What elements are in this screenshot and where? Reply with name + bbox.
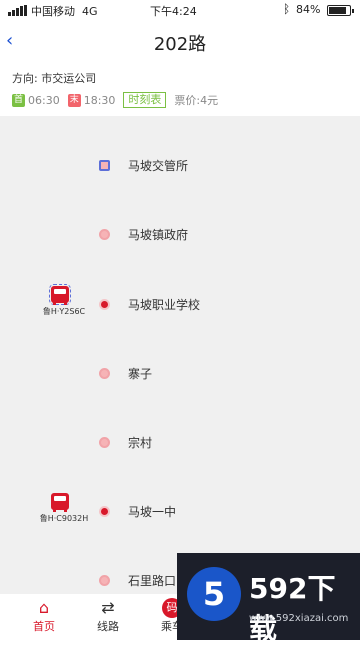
route-info: 方向: 市交运公司 首 06:30 末 18:30 时刻表 票价:4元 — [12, 70, 352, 109]
stop-name: 石里路口 — [128, 574, 177, 588]
stop-marker — [99, 299, 110, 310]
last-bus-time: 18:30 — [83, 93, 116, 107]
battery-icon — [327, 5, 354, 16]
schedule-row: 首 06:30 末 18:30 时刻表 票价:4元 — [12, 91, 352, 109]
stop-item[interactable]: 寨子 — [0, 362, 360, 386]
stop-marker — [99, 575, 110, 586]
stop-marker — [99, 368, 110, 379]
stop-name: 寨子 — [128, 367, 153, 381]
watermark-url: www.592xiazai.com — [249, 613, 349, 624]
first-bus-time: 06:30 — [28, 93, 60, 107]
first-bus-badge: 首 — [12, 93, 25, 107]
stop-item[interactable]: 宗村 — [0, 431, 360, 455]
tab-home[interactable]: ⌂ 首页 — [14, 598, 74, 634]
watermark-logo: 5 592下载 www.592xiazai.com — [177, 553, 360, 645]
direction-value: 市交运公司 — [41, 72, 97, 85]
battery-percent: 84% — [296, 3, 321, 16]
last-bus-badge: 末 — [67, 93, 81, 107]
stop-name: 宗村 — [128, 436, 153, 450]
stop-name: 马坡职业学校 — [128, 298, 201, 312]
stop-marker — [99, 229, 110, 240]
timetable-button[interactable]: 时刻表 — [123, 92, 167, 108]
tab-lines-label: 线路 — [97, 620, 119, 633]
direction-label: 方向: — [12, 72, 38, 85]
watermark-brand: 592下载 — [249, 572, 336, 645]
status-bar: 中国移动 4G 下午4:24 ᛒ 84% — [0, 0, 360, 22]
stop-item[interactable]: 马坡一中 — [0, 500, 360, 524]
stop-marker — [99, 437, 110, 448]
fare-label: 票价:4元 — [174, 94, 219, 107]
signal-icon — [8, 5, 28, 16]
route-stop-list: 马坡交管所 马坡镇政府 鲁H·Y2S6C 马坡职业学校 寨子 宗村 鲁H·C90… — [0, 116, 360, 594]
page-title: 202路 — [153, 34, 207, 55]
clock: 下午4:24 — [150, 5, 197, 18]
stop-item[interactable]: 马坡交管所 — [0, 154, 360, 178]
tab-lines[interactable]: ⇄ 线路 — [78, 598, 138, 634]
direction-row: 方向: 市交运公司 — [12, 70, 352, 86]
nav-bar: ‹ 202路 — [0, 26, 360, 60]
stop-item[interactable]: 马坡镇政府 — [0, 223, 360, 247]
carrier-label: 中国移动 4G — [31, 5, 98, 18]
stop-name: 马坡交管所 — [128, 159, 189, 173]
stop-marker — [99, 506, 110, 517]
stop-name: 马坡镇政府 — [128, 228, 189, 242]
home-icon: ⌂ — [38, 598, 50, 617]
stop-item[interactable]: 马坡职业学校 — [0, 293, 360, 317]
swap-icon: ⇄ — [101, 598, 115, 617]
stop-name: 马坡一中 — [128, 505, 177, 519]
bluetooth-icon: ᛒ — [283, 2, 291, 16]
stop-marker — [99, 160, 110, 171]
tab-home-label: 首页 — [33, 620, 55, 633]
watermark-mark: 5 — [187, 567, 241, 621]
